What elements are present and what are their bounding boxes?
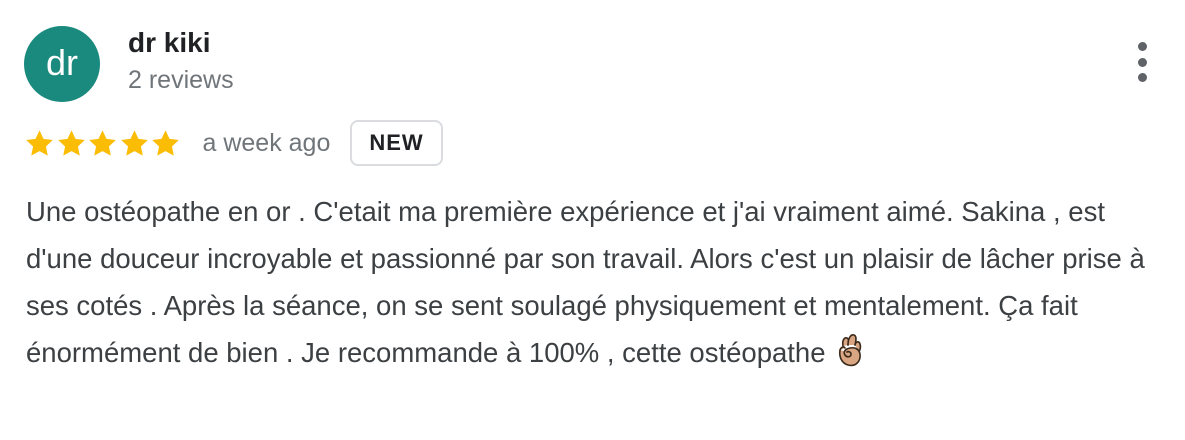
- star-icon: [24, 128, 55, 159]
- new-badge: NEW: [350, 120, 443, 166]
- more-vert-icon: [1137, 57, 1147, 67]
- avatar[interactable]: dr: [24, 26, 100, 102]
- star-icon: [56, 128, 87, 159]
- star-rating: [24, 128, 182, 159]
- more-options-button[interactable]: [1124, 36, 1160, 88]
- review-date: a week ago: [202, 128, 331, 157]
- review-body: Une ostéopathe en or . C'etait ma premiè…: [26, 196, 1145, 368]
- review-text: Une ostéopathe en or . C'etait ma premiè…: [26, 188, 1166, 382]
- more-vert-icon: [1137, 73, 1147, 82]
- avatar-initials: dr: [45, 42, 78, 83]
- star-icon: [87, 128, 118, 159]
- rating-row: a week ago NEW: [24, 118, 443, 168]
- star-icon: [150, 128, 181, 159]
- review-card: dr dr kiki 2 reviews a week ago NEW Une …: [0, 0, 1185, 440]
- reviewer-name[interactable]: dr kiki: [128, 26, 210, 60]
- reviewer-review-count: 2 reviews: [128, 66, 234, 94]
- star-icon: [119, 128, 150, 159]
- more-vert-icon: [1137, 42, 1147, 51]
- ok-hand-icon: [835, 332, 865, 382]
